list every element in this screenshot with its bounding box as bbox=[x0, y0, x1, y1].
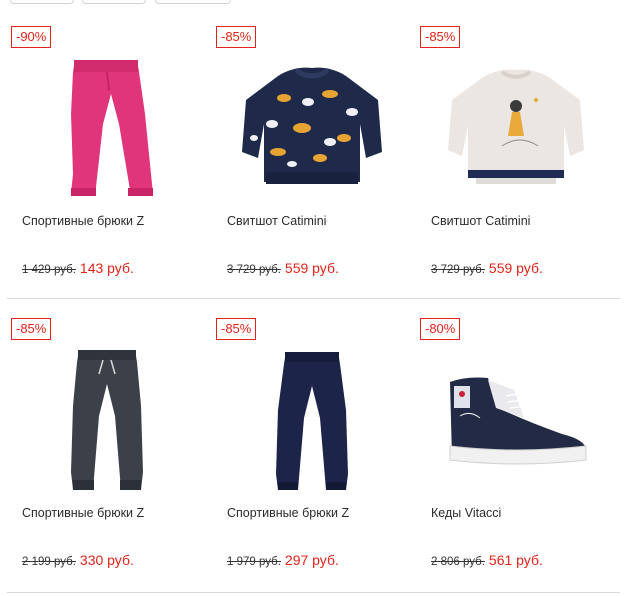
old-price: 3 729 руб. bbox=[227, 264, 281, 276]
product-name[interactable]: Спортивные брюки Z bbox=[227, 506, 349, 520]
sale-price: 559 руб. bbox=[488, 260, 543, 276]
sale-price: 561 руб. bbox=[488, 552, 543, 568]
filter-chip[interactable] bbox=[10, 0, 74, 4]
product-row: -85% Спортивные брюки Z 2 199 руб. 330 ру… bbox=[7, 302, 620, 593]
filter-chip[interactable] bbox=[82, 0, 146, 4]
old-price: 2 199 руб. bbox=[22, 556, 76, 568]
filter-bar-remnant bbox=[0, 0, 625, 4]
product-name[interactable]: Свитшот Catimini bbox=[431, 214, 530, 228]
old-price: 3 729 руб. bbox=[431, 264, 485, 276]
sale-price: 297 руб. bbox=[284, 552, 339, 568]
product-prices: 2 806 руб. 561 руб. bbox=[431, 552, 543, 570]
old-price: 2 806 руб. bbox=[431, 556, 485, 568]
discount-badge: -90% bbox=[11, 26, 52, 48]
product-image-navy-cat-sweatshirt[interactable] bbox=[232, 54, 392, 204]
product-image-navy-joggers[interactable] bbox=[232, 346, 392, 496]
product-card[interactable]: -85% Спортивные брюки Z 1 979 руб. 297 ру… bbox=[212, 302, 416, 592]
product-image-cream-girl-sweatshirt[interactable] bbox=[436, 54, 596, 204]
product-prices: 2 199 руб. 330 руб. bbox=[22, 552, 134, 570]
discount-badge: -80% bbox=[420, 318, 461, 340]
product-prices: 1 979 руб. 297 руб. bbox=[227, 552, 339, 570]
product-image-high-top-sneaker[interactable] bbox=[436, 346, 596, 496]
product-name[interactable]: Спортивные брюки Z bbox=[22, 506, 144, 520]
product-row: -90% Спортивные брюки Z 1 429 руб. 143 ру… bbox=[7, 10, 620, 299]
sale-price: 143 руб. bbox=[79, 260, 134, 276]
sale-price: 330 руб. bbox=[79, 552, 134, 568]
product-prices: 3 729 руб. 559 руб. bbox=[431, 260, 543, 278]
product-card[interactable]: -80% Кеды Vitacci 2 806 руб. 561 руб. bbox=[416, 302, 620, 592]
discount-badge: -85% bbox=[216, 26, 257, 48]
filter-chip[interactable] bbox=[155, 0, 231, 4]
product-name[interactable]: Кеды Vitacci bbox=[431, 506, 501, 520]
old-price: 1 429 руб. bbox=[22, 264, 76, 276]
old-price: 1 979 руб. bbox=[227, 556, 281, 568]
discount-badge: -85% bbox=[11, 318, 52, 340]
product-image-pink-leggings[interactable] bbox=[27, 54, 187, 204]
product-card[interactable]: -85% Свитшот Catimini 3 729 руб. 559 руб… bbox=[212, 10, 416, 298]
product-card[interactable]: -90% Спортивные брюки Z 1 429 руб. 143 ру… bbox=[7, 10, 211, 298]
product-image-dark-grey-joggers[interactable] bbox=[27, 346, 187, 496]
discount-badge: -85% bbox=[216, 318, 257, 340]
product-prices: 3 729 руб. 559 руб. bbox=[227, 260, 339, 278]
discount-badge: -85% bbox=[420, 26, 461, 48]
product-prices: 1 429 руб. 143 руб. bbox=[22, 260, 134, 278]
product-card[interactable]: -85% Спортивные брюки Z 2 199 руб. 330 ру… bbox=[7, 302, 211, 592]
product-card[interactable]: -85% Свитшот Catimini 3 729 руб. 559 руб. bbox=[416, 10, 620, 298]
product-name[interactable]: Спортивные брюки Z bbox=[22, 214, 144, 228]
product-name[interactable]: Свитшот Catimini bbox=[227, 214, 326, 228]
sale-price: 559 руб. bbox=[284, 260, 339, 276]
